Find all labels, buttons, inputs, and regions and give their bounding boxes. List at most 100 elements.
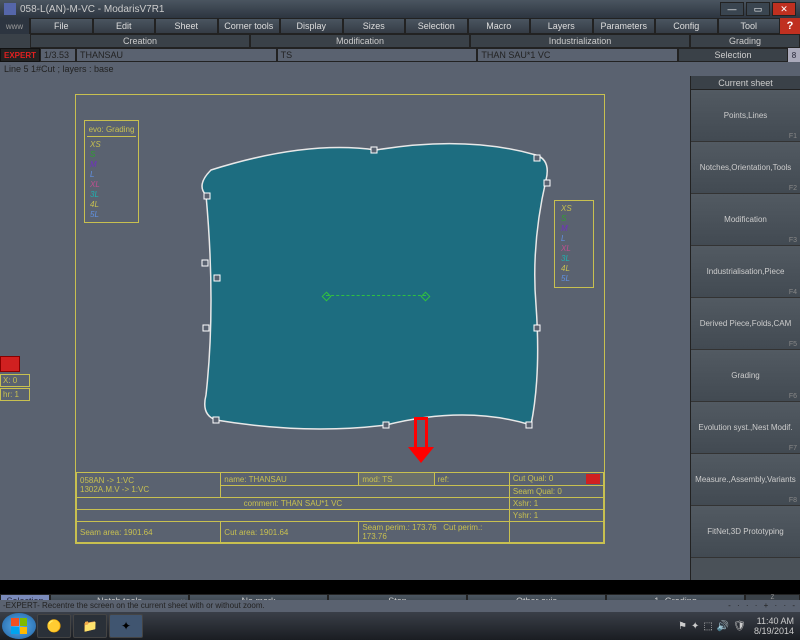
- comment-value: THAN SAU*1 VC: [281, 499, 342, 508]
- tray-volume-icon[interactable]: 🔊: [717, 621, 729, 632]
- control-point[interactable]: [383, 422, 389, 428]
- info-table: 058AN -> 1:VC 1302A.M.V -> 1:VC name: TH…: [76, 472, 604, 543]
- taskbar-explorer[interactable]: 📁: [73, 614, 107, 638]
- panel-fitnet--d-prototyping[interactable]: FitNet,3D Prototyping: [691, 506, 800, 558]
- left-x: X: 0: [0, 374, 30, 387]
- help-button[interactable]: ?: [780, 18, 800, 34]
- menu-sizes[interactable]: Sizes: [343, 18, 406, 34]
- size-M[interactable]: M: [87, 160, 136, 170]
- sheet-canvas[interactable]: evo: Grading XSSMLXL3L4L5L XSSMLXL3L4L5L: [75, 94, 605, 544]
- hint-text: -EXPERT- Recentre the screen on the curr…: [3, 601, 265, 610]
- control-point[interactable]: [534, 155, 540, 161]
- menu-display[interactable]: Display: [280, 18, 343, 34]
- size-XL[interactable]: XL: [87, 180, 136, 190]
- tray-shield-icon[interactable]: 🛡: [733, 621, 746, 632]
- mod-label: mod:: [362, 475, 380, 484]
- red-arrow-annotation: [414, 417, 434, 463]
- control-point[interactable]: [371, 147, 377, 153]
- titlebar: 058-L(AN)-M-VC - ModarisV7R1 — ▭ ✕: [0, 0, 800, 18]
- panel-points-lines[interactable]: Points,LinesF1: [691, 90, 800, 142]
- size-XS[interactable]: XS: [87, 140, 136, 150]
- xshr-value: 1: [534, 499, 538, 508]
- taskbar-chrome[interactable]: 🟡: [37, 614, 71, 638]
- xshr-label: Xshr:: [513, 499, 532, 508]
- piece-outline[interactable]: [202, 144, 547, 429]
- size-5L[interactable]: 5L: [87, 210, 136, 220]
- menu-file[interactable]: File: [30, 18, 93, 34]
- right-panel: Current sheet Points,LinesF1Notches,Orie…: [690, 76, 800, 580]
- marker-icon: [0, 356, 20, 372]
- cat-modification[interactable]: Modification: [250, 34, 470, 48]
- menu-tool[interactable]: Tool: [718, 18, 781, 34]
- clock[interactable]: 11:40 AM 8/19/2014: [750, 616, 798, 636]
- cutperim-value: 173.76: [362, 532, 386, 541]
- hint-dots: - · · · + · · -: [728, 600, 797, 612]
- system-tray[interactable]: ⚑ ✦ ⬚ 🔊 🛡 11:40 AM 8/19/2014: [678, 616, 798, 636]
- panel-grading[interactable]: GradingF6: [691, 350, 800, 402]
- menu-parameters[interactable]: Parameters: [593, 18, 656, 34]
- info-model2: 1302A.M.V -> 1:VC: [80, 485, 149, 494]
- control-point[interactable]: [202, 260, 208, 266]
- left-hr: hr: 1: [0, 388, 30, 401]
- tray-network-icon[interactable]: ⬚: [703, 621, 712, 632]
- yshr-value: 1: [534, 511, 538, 520]
- name-value: THANSAU: [249, 475, 287, 484]
- minimize-button[interactable]: —: [720, 2, 744, 16]
- cat-grading[interactable]: Grading: [690, 34, 800, 48]
- piece-comment-field[interactable]: THAN SAU*1 VC: [477, 48, 678, 62]
- control-point[interactable]: [526, 422, 532, 428]
- cat-industrialization[interactable]: Industrialization: [470, 34, 690, 48]
- control-point[interactable]: [534, 325, 540, 331]
- app-icon: [4, 3, 16, 15]
- cat-creation[interactable]: Creation: [30, 34, 250, 48]
- seamarea-value: 1901.64: [124, 528, 153, 537]
- cutarea-value: 1901.64: [259, 528, 288, 537]
- control-point[interactable]: [214, 275, 220, 281]
- size-3L[interactable]: 3L: [87, 190, 136, 200]
- taskbar-app[interactable]: ✦: [109, 614, 143, 638]
- menu-sheet[interactable]: Sheet: [155, 18, 218, 34]
- menu-config[interactable]: Config: [655, 18, 718, 34]
- zoom-field[interactable]: 1/3.53: [40, 48, 76, 62]
- menubar: www File Edit Sheet Corner tools Display…: [0, 18, 800, 34]
- panel-evolution-syst--nest-modif-[interactable]: Evolution syst.,Nest Modif.F7: [691, 402, 800, 454]
- clock-date: 8/19/2014: [754, 626, 794, 636]
- info-model1: 058AN -> 1:VC: [80, 476, 134, 485]
- size-S[interactable]: S: [87, 150, 136, 160]
- taskbar: 🟡 📁 ✦ ⚑ ✦ ⬚ 🔊 🛡 11:40 AM 8/19/2014: [0, 612, 800, 640]
- control-point[interactable]: [544, 180, 550, 186]
- piece-code-field[interactable]: TS: [277, 48, 478, 62]
- control-point[interactable]: [203, 325, 209, 331]
- workspace[interactable]: X: 0 hr: 1 evo: Grading XSSMLXL3L4L5L XS…: [0, 76, 690, 580]
- size-L[interactable]: L: [87, 170, 136, 180]
- grading-box: evo: Grading XSSMLXL3L4L5L: [84, 120, 139, 223]
- seamperim-value: 173.76: [412, 523, 436, 532]
- control-point[interactable]: [213, 417, 219, 423]
- www-label[interactable]: www: [0, 18, 30, 34]
- panel-notches-orientation-tools[interactable]: Notches,Orientation,ToolsF2: [691, 142, 800, 194]
- menu-edit[interactable]: Edit: [93, 18, 156, 34]
- menu-macro[interactable]: Macro: [468, 18, 531, 34]
- seamqual-label: Seam Qual:: [513, 487, 555, 496]
- piece-name-field[interactable]: THANSAU: [76, 48, 277, 62]
- clock-time: 11:40 AM: [754, 616, 794, 626]
- panel-industrialisation-piece[interactable]: Industrialisation,PieceF4: [691, 246, 800, 298]
- menu-corner-tools[interactable]: Corner tools: [218, 18, 281, 34]
- close-button[interactable]: ✕: [772, 2, 796, 16]
- menu-selection[interactable]: Selection: [405, 18, 468, 34]
- menu-layers[interactable]: Layers: [530, 18, 593, 34]
- start-button[interactable]: [2, 613, 36, 639]
- tray-flag-icon[interactable]: ⚑: [678, 621, 687, 632]
- panel-derived-piece-folds-cam[interactable]: Derived Piece,Folds,CAMF5: [691, 298, 800, 350]
- panel-modification[interactable]: ModificationF3: [691, 194, 800, 246]
- panel-measure--assembly-variants[interactable]: Measure.,Assembly,VariantsF8: [691, 454, 800, 506]
- maximize-button[interactable]: ▭: [746, 2, 770, 16]
- left-edge-panel: X: 0 hr: 1: [0, 356, 30, 402]
- control-point[interactable]: [204, 193, 210, 199]
- pattern-piece[interactable]: [186, 125, 566, 435]
- size-4L[interactable]: 4L: [87, 200, 136, 210]
- tray-charm-icon[interactable]: ✦: [691, 621, 699, 632]
- grainline[interactable]: [326, 295, 426, 296]
- cutarea-label: Cut area:: [224, 528, 257, 537]
- selection-count: 8: [788, 48, 800, 62]
